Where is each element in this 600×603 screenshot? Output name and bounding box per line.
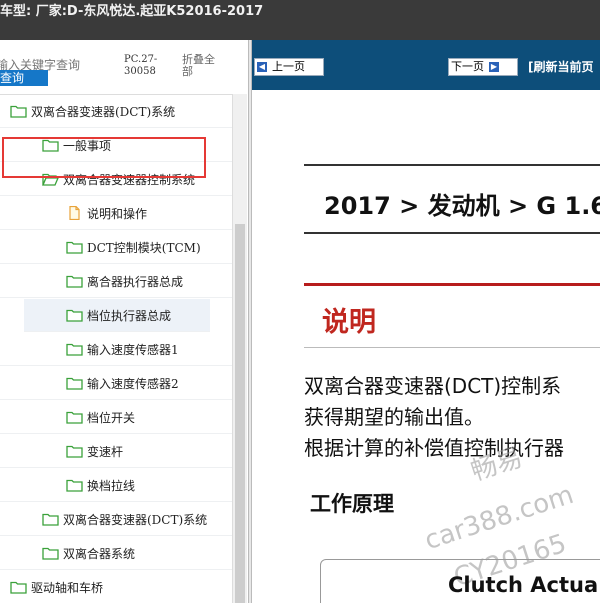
text-line: 根据计算的补偿值控制执行器 — [304, 436, 564, 460]
folder-icon — [66, 274, 83, 288]
tree-node[interactable]: 输入速度传感器1 — [0, 333, 232, 366]
tree-node[interactable]: 双离合器变速器(DCT)系统 — [0, 503, 232, 536]
tree-node-label: 档位执行器总成 — [87, 308, 172, 323]
tree-node-label: 驱动轴和车桥 — [31, 580, 104, 595]
folder-icon — [66, 342, 83, 356]
bottom-rule — [304, 232, 600, 234]
tree-node[interactable]: DCT控制模块(TCM) — [0, 231, 232, 264]
collapse-all-button[interactable]: 折叠全部 — [182, 54, 222, 78]
sidebar: 查询 PC.27-30058 折叠全部 双离合器变速器(DCT)系统 一般事项 … — [0, 40, 248, 603]
folder-icon — [10, 104, 27, 118]
folder-icon — [42, 512, 59, 526]
folder-icon — [42, 546, 59, 560]
tree-node[interactable]: 双离合器变速器(DCT)系统 — [0, 95, 232, 128]
tree-node-label: DCT控制模块(TCM) — [87, 240, 201, 255]
prev-page-label: 上一页 — [272, 60, 305, 73]
arrow-left-icon: ◀ — [257, 62, 267, 72]
tree-node-label: 输入速度传感器2 — [87, 376, 179, 391]
folder-icon — [10, 580, 27, 594]
tree-node-label: 档位开关 — [87, 410, 136, 425]
tree-node[interactable]: 说明和操作 — [0, 197, 232, 230]
tree-node[interactable]: 换档拉线 — [0, 469, 232, 502]
text-line: 获得期望的输出值。 — [304, 405, 484, 429]
tree-node-label: 输入速度传感器1 — [87, 342, 179, 357]
folder-icon — [66, 478, 83, 492]
tree-node[interactable]: 档位开关 — [0, 401, 232, 434]
tree-node[interactable]: 变速杆 — [0, 435, 232, 468]
tree-node-label: 说明和操作 — [87, 206, 148, 221]
tree-node[interactable]: 驱动轴和车桥 — [0, 571, 232, 603]
tree-node-label: 换档拉线 — [87, 478, 136, 493]
document-icon — [66, 205, 83, 221]
description-text: 双离合器变速器(DCT)控制系 获得期望的输出值。 根据计算的补偿值控制执行器 — [304, 371, 600, 464]
doc-breadcrumb: 2017 > 发动机 > G 1.6 — [324, 192, 600, 220]
folder-icon — [66, 308, 83, 322]
section-rule — [304, 283, 600, 286]
scrollbar-thumb[interactable] — [235, 224, 245, 603]
tree-node-label: 离合器执行器总成 — [87, 274, 184, 289]
section-title: 说明 — [322, 307, 376, 338]
next-page-label: 下一页 — [451, 60, 484, 73]
refresh-page-link[interactable]: [刷新当前页 — [528, 58, 594, 75]
tree-node[interactable]: 双离合器系统 — [0, 537, 232, 570]
search-bar: 查询 PC.27-30058 折叠全部 — [0, 40, 248, 94]
tree-node-label: 双离合器系统 — [63, 546, 136, 561]
window-title: 车型: 厂家:D-东风悦达.起亚K52016-2017 — [0, 4, 264, 19]
folder-icon — [66, 410, 83, 424]
tree-node-label: 双离合器变速器(DCT)系统 — [31, 104, 176, 119]
pc-code: PC.27-30058 — [124, 54, 158, 77]
section-underline — [304, 347, 600, 348]
arrow-right-icon: ▶ — [489, 62, 499, 72]
tree-node-selected[interactable]: 档位执行器总成 — [24, 299, 210, 332]
folder-icon — [66, 376, 83, 390]
subheading: 工作原理 — [310, 492, 394, 516]
title-bar: 车型: 厂家:D-东风悦达.起亚K52016-2017 — [0, 0, 600, 40]
tree-node[interactable]: 离合器执行器总成 — [0, 265, 232, 298]
search-button[interactable]: 查询 — [0, 70, 48, 86]
content-pane: ◀ 上一页 下一页 ▶ [刷新当前页 2017 > 发动机 > G 1.6 说明… — [252, 40, 600, 603]
next-page-button[interactable]: 下一页 ▶ — [448, 58, 518, 76]
tree-scrollbar[interactable] — [232, 94, 247, 603]
tree-node-label: 双离合器变速器(DCT)系统 — [63, 512, 208, 527]
text-line: 双离合器变速器(DCT)控制系 — [304, 374, 562, 398]
folder-icon — [66, 240, 83, 254]
tree-node[interactable]: 输入速度传感器2 — [0, 367, 232, 400]
top-rule — [304, 164, 600, 166]
page-nav-bar: ◀ 上一页 下一页 ▶ [刷新当前页 — [252, 40, 600, 90]
prev-page-button[interactable]: ◀ 上一页 — [254, 58, 324, 76]
tree-node-label: 变速杆 — [87, 444, 124, 459]
folder-icon — [66, 444, 83, 458]
highlight-annotation — [2, 137, 206, 178]
diagram-title: Clutch Actua — [448, 573, 599, 597]
